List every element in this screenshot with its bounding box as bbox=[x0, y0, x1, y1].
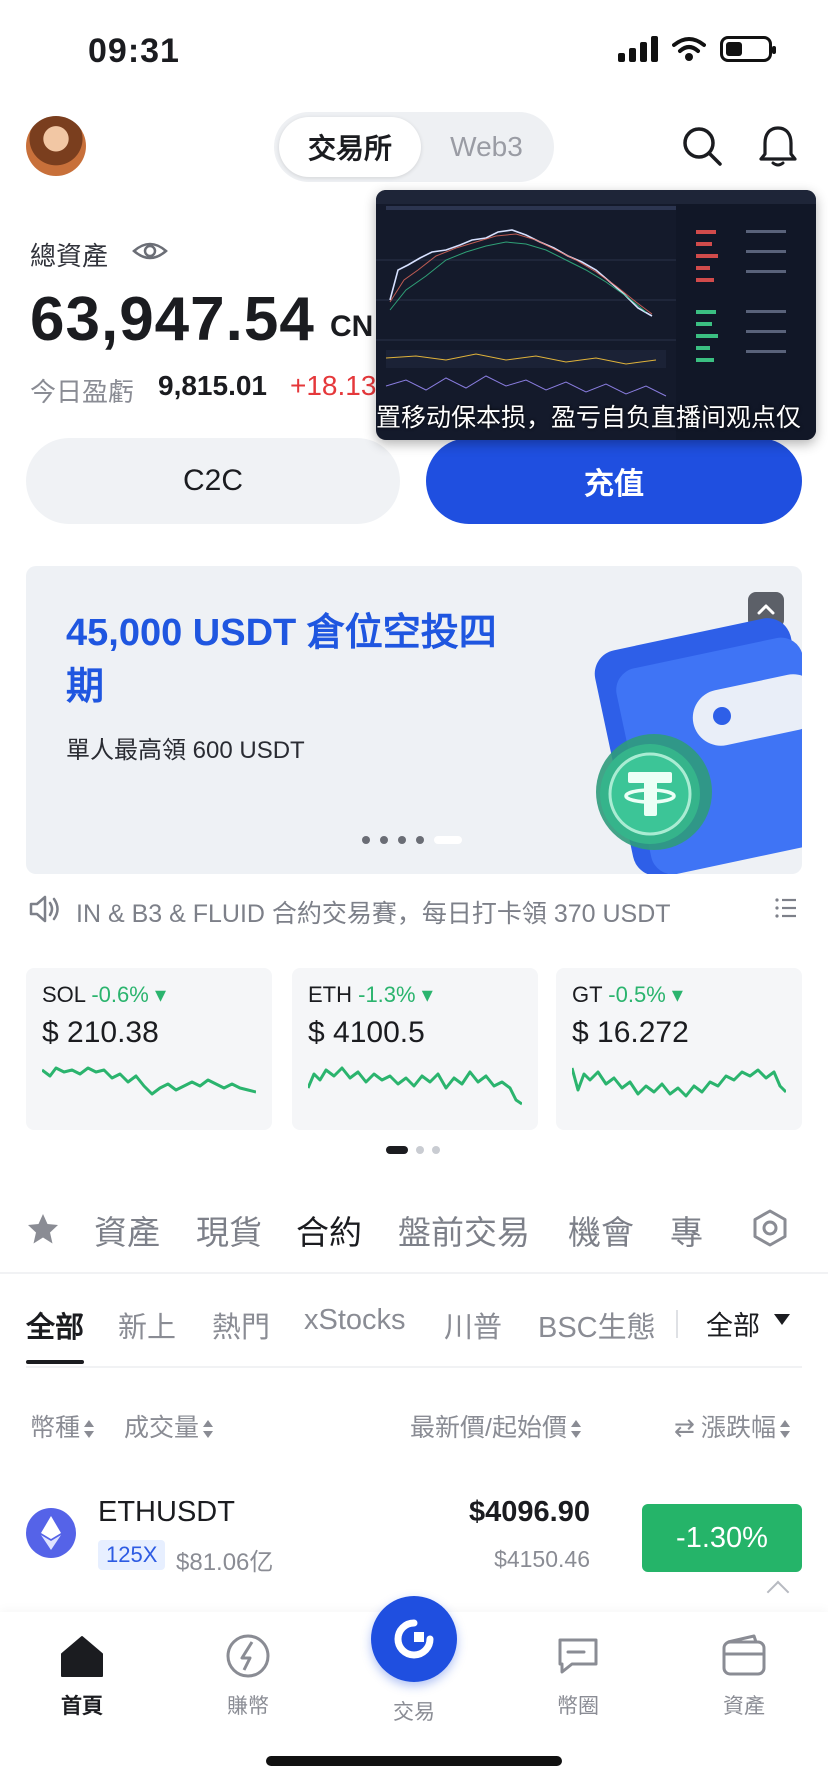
eye-icon[interactable] bbox=[132, 236, 168, 266]
announcement-text[interactable]: IN & B3 & FLUID 合約交易賽，每日打卡領 370 USDT bbox=[76, 894, 671, 930]
sort-icon bbox=[779, 1420, 790, 1439]
ticker-card-eth[interactable]: ETH -1.3% ▾ $ 4100.5 bbox=[292, 968, 538, 1130]
caret-down-icon: ▾ bbox=[415, 982, 433, 1007]
tab-futures[interactable]: 合約 bbox=[296, 1206, 362, 1254]
ticker-price: $ 210.38 bbox=[42, 1016, 159, 1049]
ticker-symbol: SOL bbox=[42, 982, 86, 1007]
banner-pager bbox=[362, 836, 462, 844]
caret-down-icon[interactable] bbox=[774, 1314, 790, 1325]
ticker-symbol: ETH bbox=[308, 982, 352, 1007]
subtab-bsc[interactable]: BSC生態 bbox=[538, 1304, 656, 1346]
chat-icon bbox=[558, 1638, 598, 1674]
row-change-badge[interactable]: -1.30% bbox=[642, 1504, 802, 1572]
tabbar-assets[interactable]: 資產 bbox=[694, 1632, 794, 1720]
subtab-indicator bbox=[26, 1360, 84, 1364]
bell-icon[interactable] bbox=[756, 124, 800, 168]
home-icon bbox=[61, 1636, 103, 1677]
video-overlay[interactable]: 置移动保本损，盈亏自负直播间观点仅 bbox=[376, 190, 816, 440]
sort-icon bbox=[570, 1420, 581, 1439]
status-time: 09:31 bbox=[88, 32, 180, 70]
ticker-change: -0.6% bbox=[91, 982, 149, 1007]
tab-opportunity[interactable]: 機會 bbox=[568, 1206, 634, 1254]
ticker-sparkline bbox=[42, 1066, 256, 1096]
row-symbol[interactable]: ETHUSDT bbox=[98, 1496, 235, 1529]
caret-down-icon: ▾ bbox=[665, 982, 683, 1007]
balance-currency[interactable]: CN bbox=[330, 310, 373, 344]
earn-icon bbox=[226, 1634, 270, 1678]
row-last-price: $4096.90 bbox=[469, 1496, 590, 1528]
segment-exchange[interactable]: 交易所 bbox=[279, 117, 421, 177]
today-pnl-percent: +18.13 bbox=[290, 370, 377, 401]
tabbar-home[interactable]: 首頁 bbox=[32, 1632, 132, 1720]
ticker-card-sol[interactable]: SOL -0.6% ▾ $ 210.38 bbox=[26, 968, 272, 1130]
chevron-up-icon[interactable] bbox=[766, 1580, 790, 1604]
subtab-xstocks[interactable]: xStocks bbox=[304, 1304, 406, 1337]
wifi-icon bbox=[672, 37, 706, 61]
eth-coin-icon bbox=[26, 1508, 76, 1558]
ticker-sparkline bbox=[572, 1067, 786, 1098]
list-icon[interactable] bbox=[774, 896, 798, 920]
sort-icon bbox=[84, 1420, 95, 1439]
column-price[interactable]: 最新價/起始價 bbox=[410, 1408, 581, 1444]
exchange-web3-toggle[interactable]: 交易所 Web3 bbox=[274, 112, 554, 182]
tabbar-trade-button[interactable] bbox=[371, 1596, 457, 1682]
subtab-all[interactable]: 全部 bbox=[26, 1304, 84, 1346]
speaker-icon bbox=[29, 895, 59, 923]
subtab-new[interactable]: 新上 bbox=[118, 1304, 176, 1346]
banner-title: 45,000 USDT 倉位空投四期 bbox=[66, 612, 497, 708]
tab-assets[interactable]: 資產 bbox=[94, 1206, 160, 1254]
tab-special-partial[interactable]: 專 bbox=[670, 1206, 712, 1254]
trade-icon bbox=[394, 1619, 434, 1659]
star-icon[interactable] bbox=[26, 1212, 60, 1246]
ticker-pager bbox=[386, 1146, 440, 1154]
total-balance: 63,947.54 bbox=[30, 285, 315, 354]
today-pnl-label: 今日盈虧 bbox=[30, 377, 135, 407]
column-coin[interactable]: 幣種 bbox=[30, 1408, 95, 1444]
ticker-card-gt[interactable]: GT -0.5% ▾ $ 16.272 bbox=[556, 968, 802, 1130]
total-assets-label: 總資產 bbox=[30, 241, 109, 271]
ticker-price: $ 4100.5 bbox=[308, 1016, 425, 1049]
wallet-icon bbox=[722, 1634, 766, 1676]
column-volume[interactable]: 成交量 bbox=[124, 1408, 214, 1444]
status-icons bbox=[618, 36, 776, 62]
banner-subtitle: 單人最高領 600 USDT bbox=[66, 737, 305, 764]
ticker-sparkline bbox=[308, 1066, 522, 1106]
caret-down-icon: ▾ bbox=[148, 982, 166, 1007]
ticker-change: -0.5% bbox=[608, 982, 666, 1007]
row-open-price: $4150.46 bbox=[494, 1546, 590, 1572]
divider bbox=[0, 1272, 828, 1274]
row-volume: $81.06亿 bbox=[176, 1549, 274, 1576]
tabbar-earn[interactable]: 賺幣 bbox=[198, 1632, 298, 1720]
battery-icon bbox=[720, 36, 776, 62]
today-pnl-value: 9,815.01 bbox=[158, 370, 267, 401]
tab-premarket[interactable]: 盤前交易 bbox=[398, 1206, 530, 1254]
sort-icon bbox=[203, 1420, 214, 1439]
divider bbox=[26, 1366, 802, 1368]
tabbar-feed[interactable]: 幣圈 bbox=[528, 1632, 628, 1720]
column-change[interactable]: ⇄ 漲跌幅 bbox=[674, 1408, 790, 1444]
promo-banner[interactable]: 45,000 USDT 倉位空投四期 單人最高領 600 USDT bbox=[26, 566, 802, 874]
swap-icon[interactable]: ⇄ bbox=[674, 1414, 695, 1442]
divider bbox=[676, 1310, 678, 1338]
c2c-button[interactable]: C2C bbox=[26, 438, 400, 524]
ticker-symbol: GT bbox=[572, 982, 603, 1007]
tab-spot[interactable]: 現貨 bbox=[196, 1206, 262, 1254]
subtab-trump[interactable]: 川普 bbox=[444, 1304, 502, 1346]
segment-web3[interactable]: Web3 bbox=[424, 117, 549, 177]
search-icon[interactable] bbox=[680, 124, 724, 168]
subtab-hot[interactable]: 熱門 bbox=[212, 1304, 270, 1346]
avatar[interactable] bbox=[26, 116, 86, 176]
ticker-change: -1.3% bbox=[358, 982, 416, 1007]
deposit-button[interactable]: 充值 bbox=[426, 438, 802, 524]
ticker-price: $ 16.272 bbox=[572, 1016, 689, 1049]
tabbar-trade-label[interactable]: 交易 bbox=[364, 1696, 464, 1726]
signal-icon bbox=[618, 36, 658, 62]
video-caption: 置移动保本损，盈亏自负直播间观点仅 bbox=[376, 403, 802, 432]
filter-dropdown[interactable]: 全部 bbox=[706, 1304, 760, 1343]
settings-hexagon-icon[interactable] bbox=[750, 1208, 790, 1248]
wallet-usdt-illustration bbox=[594, 618, 802, 874]
home-indicator bbox=[266, 1756, 562, 1766]
leverage-badge: 125X bbox=[98, 1540, 166, 1570]
